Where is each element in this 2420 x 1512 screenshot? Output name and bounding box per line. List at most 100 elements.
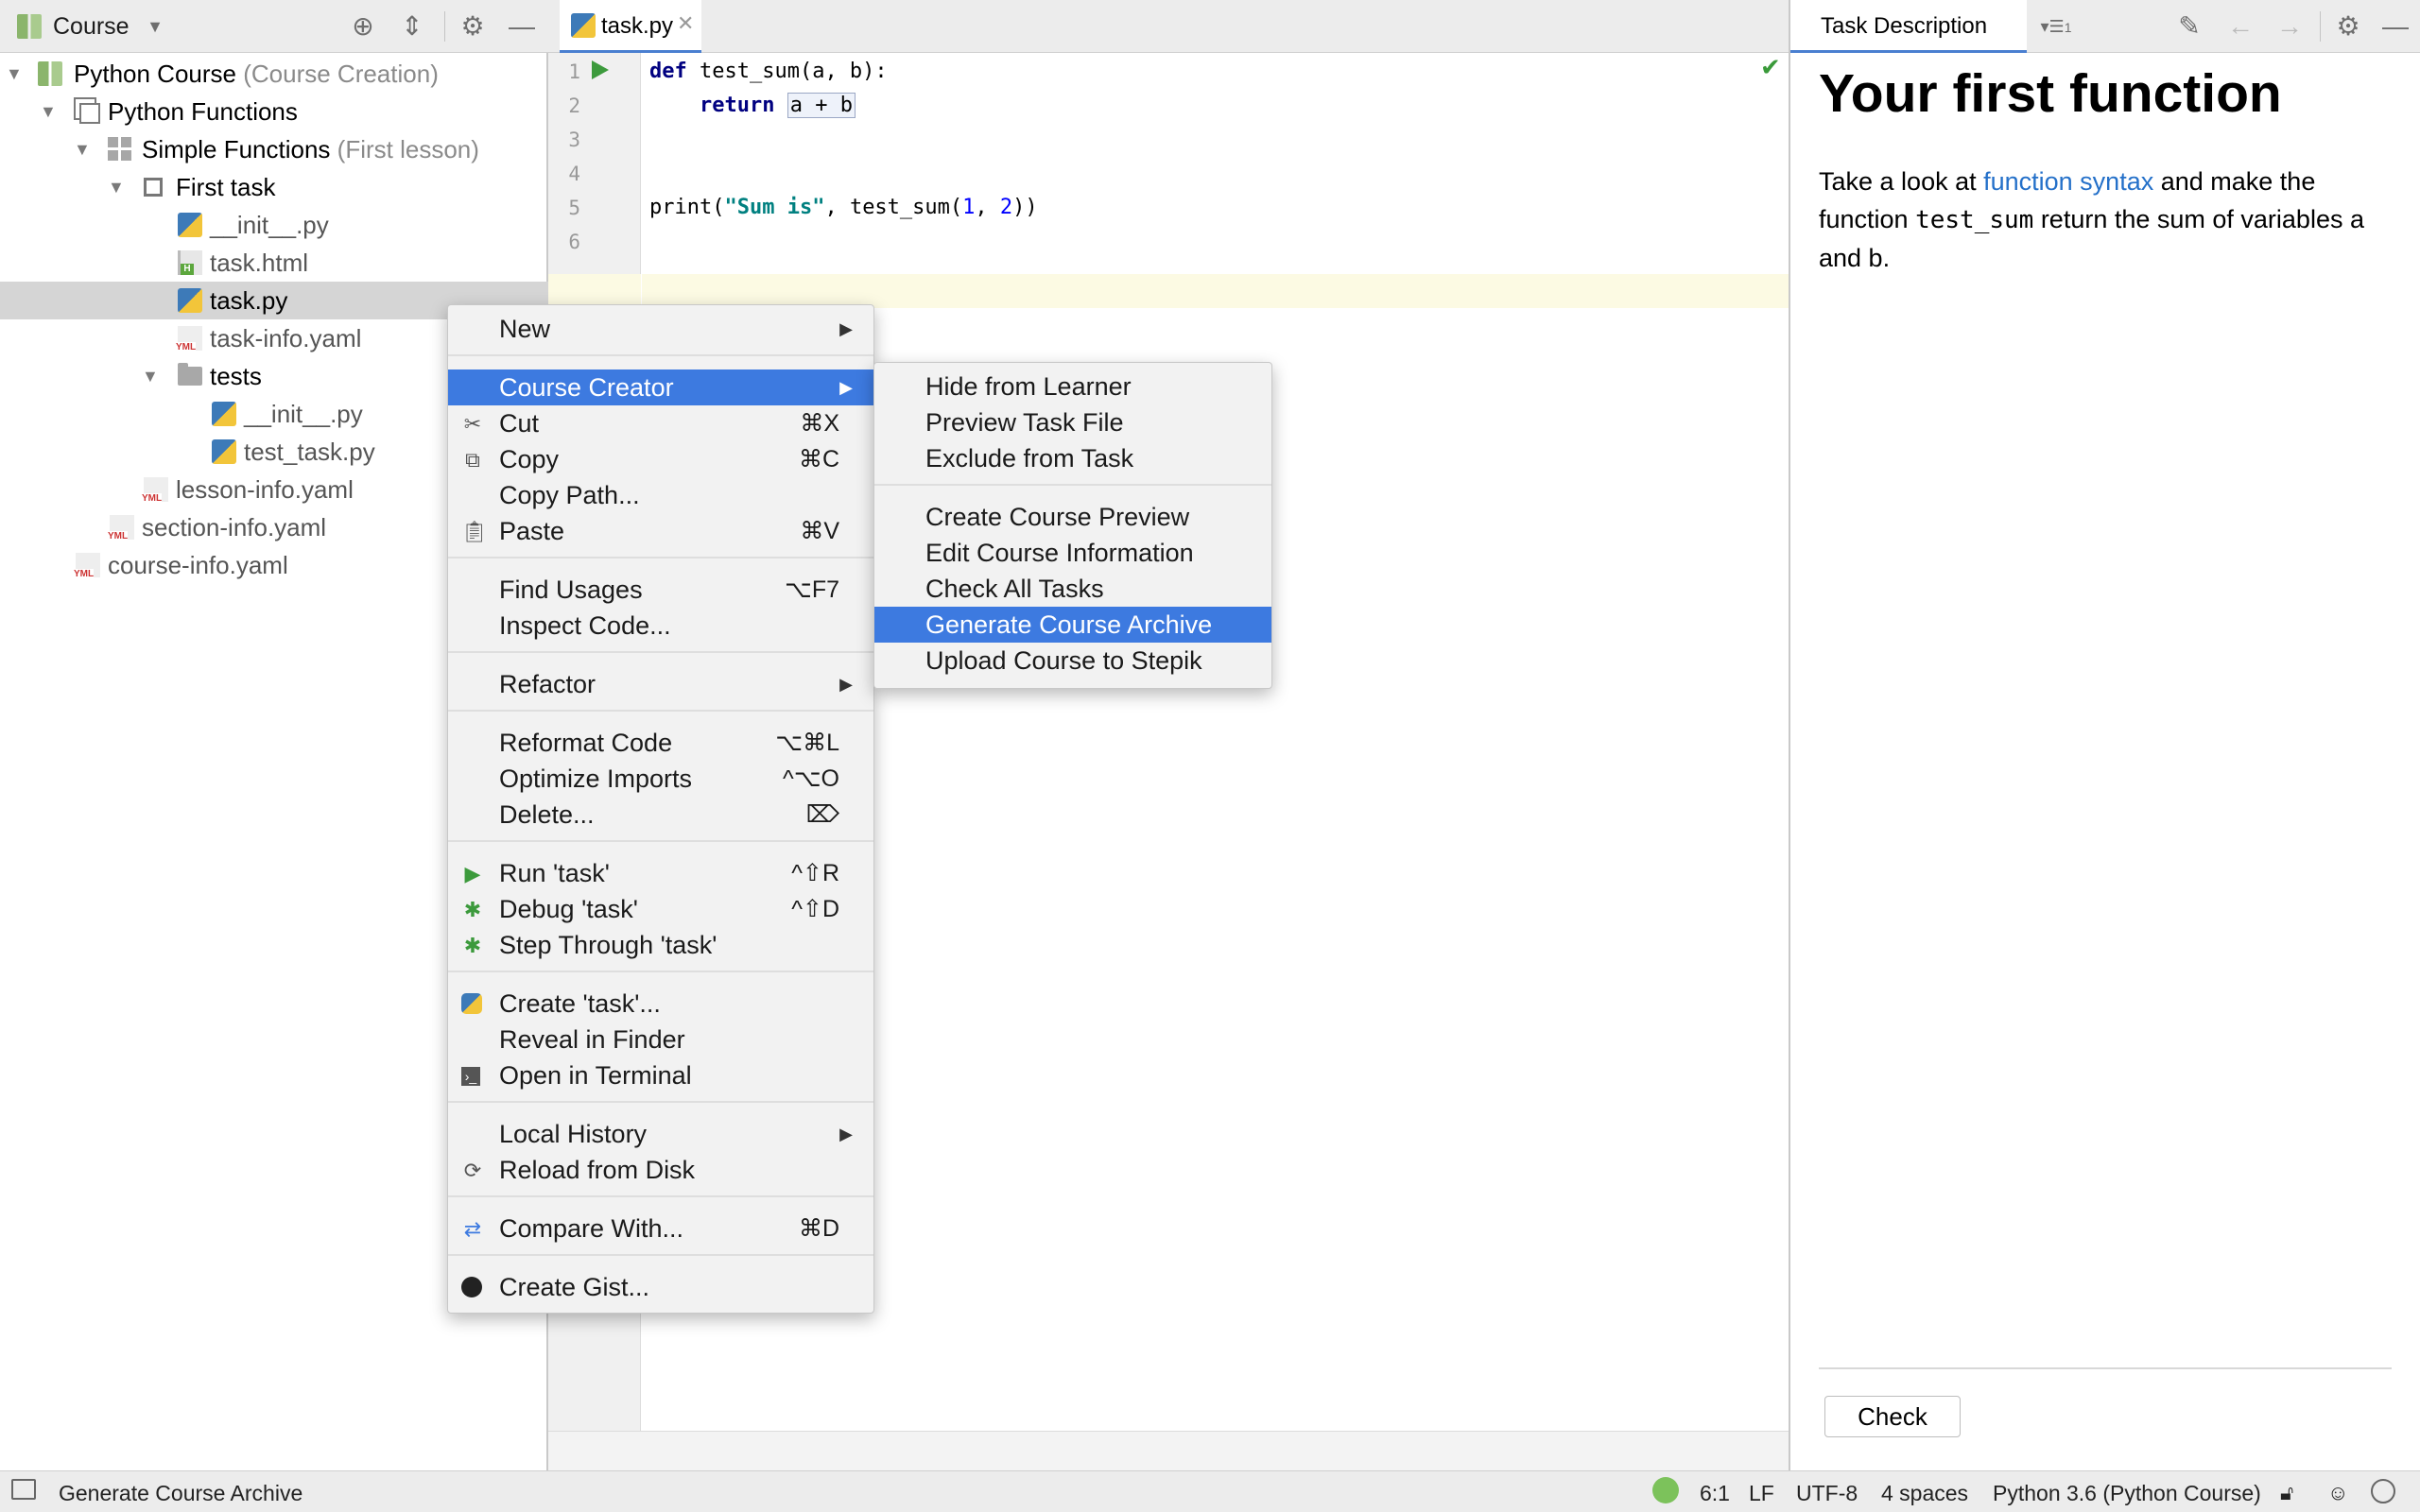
line-separator[interactable]: LF — [1749, 1481, 1774, 1506]
function-syntax-link[interactable]: function syntax — [1983, 167, 2153, 196]
tab-task-description[interactable]: Task Description — [1790, 0, 2027, 53]
menu-separator — [448, 557, 873, 558]
inspector-icon[interactable]: ☺ — [2327, 1481, 2348, 1505]
menu-item-create-task[interactable]: Create 'task'... — [448, 986, 873, 1022]
menu-item-label: Inspect Code... — [499, 611, 671, 640]
submenu-item-create-course-preview[interactable]: Create Course Preview — [874, 499, 1271, 535]
menu-item-shortcut: ^⌥O — [783, 765, 839, 792]
menu-item-shortcut: ^⇧D — [791, 896, 839, 922]
expand-arrow-icon[interactable]: ▼ — [40, 93, 60, 130]
expand-arrow-icon[interactable]: ▼ — [6, 55, 26, 93]
locate-icon[interactable]: ⊕ — [348, 11, 378, 42]
menu-item-new[interactable]: New ▶ — [448, 311, 873, 347]
tree-item-init-py[interactable]: __init__.py — [0, 206, 548, 244]
task-code: test_sum — [1915, 206, 2034, 234]
menu-item-label: Reload from Disk — [499, 1156, 696, 1184]
editor-tab-bar: task.py ✕ — [548, 0, 1789, 53]
menu-item-cut[interactable]: ✂ Cut ⌘X — [448, 405, 873, 441]
course-icon — [17, 14, 42, 39]
menu-item-refactor[interactable]: Refactor ▶ — [448, 666, 873, 702]
check-button[interactable]: Check — [1824, 1396, 1961, 1437]
task-divider — [1819, 1367, 2392, 1369]
menu-item-label: Edit Course Information — [925, 539, 1194, 567]
menu-item-shortcut: ⌥⌘L — [775, 730, 839, 756]
task-list-icon[interactable]: ▾☰1 — [2034, 11, 2078, 42]
menu-item-label: Generate Course Archive — [925, 610, 1213, 639]
event-log-icon[interactable] — [2371, 1479, 2395, 1503]
editor-tab-task-py[interactable]: task.py ✕ — [560, 0, 701, 53]
close-icon[interactable]: ✕ — [677, 11, 694, 36]
lock-icon[interactable]: 🔓︎ — [2280, 1481, 2293, 1505]
menu-item-reformat-code[interactable]: Reformat Code ⌥⌘L — [448, 725, 873, 761]
menu-item-shortcut: ^⇧R — [791, 860, 839, 886]
hide-panel-icon[interactable]: — — [507, 11, 537, 42]
tree-item-label: task.py — [210, 286, 288, 315]
expand-arrow-icon[interactable]: ▼ — [108, 168, 129, 206]
tree-item-first-task[interactable]: ▼ First task — [0, 168, 548, 206]
menu-item-reveal-in-finder[interactable]: Reveal in Finder — [448, 1022, 873, 1057]
tree-item-task-html[interactable]: task.html — [0, 244, 548, 282]
menu-item-label: Create Course Preview — [925, 503, 1190, 531]
tree-item-python-course[interactable]: ▼ Python Course (Course Creation) — [0, 55, 548, 93]
submenu-item-generate-course-archive[interactable]: Generate Course Archive — [874, 607, 1271, 643]
menu-item-run-task[interactable]: ▶ Run 'task' ^⇧R — [448, 855, 873, 891]
menu-item-delete[interactable]: Delete... ⌦ — [448, 797, 873, 833]
tree-item-secondary: (First lesson) — [337, 135, 479, 163]
chevron-down-icon[interactable]: ▼ — [140, 11, 170, 42]
menu-separator — [448, 651, 873, 653]
menu-item-debug-task[interactable]: ✱ Debug 'task' ^⇧D — [448, 891, 873, 927]
tree-item-simple-functions[interactable]: ▼ Simple Functions (First lesson) — [0, 130, 548, 168]
tool-windows-icon[interactable] — [11, 1479, 36, 1500]
python-interpreter[interactable]: Python 3.6 (Python Course) — [1993, 1481, 2261, 1506]
submenu-item-hide-from-learner[interactable]: Hide from Learner — [874, 369, 1271, 404]
code-text: print( — [649, 196, 725, 219]
caret-position[interactable]: 6:1 — [1700, 1481, 1730, 1506]
submenu-item-edit-course-information[interactable]: Edit Course Information — [874, 535, 1271, 571]
menu-item-step-through-task[interactable]: ✱ Step Through 'task' — [448, 927, 873, 963]
arrow-right-icon[interactable]: → — [2274, 11, 2305, 42]
submenu-item-preview-task-file[interactable]: Preview Task File — [874, 404, 1271, 440]
hide-panel-icon[interactable]: — — [2380, 11, 2411, 42]
menu-item-reload-from-disk[interactable]: ⟳ Reload from Disk — [448, 1152, 873, 1188]
collapse-all-icon[interactable]: ⇕ — [397, 11, 427, 42]
menu-item-create-gist[interactable]: Create Gist... — [448, 1269, 873, 1305]
expand-arrow-icon[interactable]: ▼ — [74, 130, 95, 168]
gear-icon[interactable]: ⚙ — [458, 11, 488, 42]
menu-item-course-creator[interactable]: Course Creator ▶ — [448, 369, 873, 405]
menu-item-copy[interactable]: ⧉ Copy ⌘C — [448, 441, 873, 477]
menu-item-label: Compare With... — [499, 1214, 684, 1243]
menu-item-label: Cut — [499, 409, 540, 438]
project-toolbar: Course ▼ ⊕ ⇕ ⚙ — — [0, 0, 548, 53]
menu-item-inspect-code[interactable]: Inspect Code... — [448, 608, 873, 644]
menu-item-find-usages[interactable]: Find Usages ⌥F7 — [448, 572, 873, 608]
project-view-selector[interactable]: Course — [53, 13, 130, 41]
menu-item-label: Copy Path... — [499, 481, 640, 509]
menu-item-compare-with[interactable]: ⇄ Compare With... ⌘D — [448, 1211, 873, 1246]
current-line-gutter-highlight — [548, 274, 641, 308]
code-text: , — [975, 196, 1000, 219]
editor-horizontal-scrollbar[interactable] — [548, 1431, 1789, 1470]
menu-item-copy-path[interactable]: Copy Path... — [448, 477, 873, 513]
menu-item-open-in-terminal[interactable]: ›_ Open in Terminal — [448, 1057, 873, 1093]
file-encoding[interactable]: UTF-8 — [1796, 1481, 1858, 1506]
tab-label: Task Description — [1821, 13, 1988, 39]
menu-item-local-history[interactable]: Local History ▶ — [448, 1116, 873, 1152]
inspection-ok-icon[interactable]: ✔ — [1760, 53, 1781, 82]
menu-item-shortcut: ⌦ — [805, 801, 839, 828]
submenu-item-exclude-from-task[interactable]: Exclude from Task — [874, 440, 1271, 476]
menu-item-optimize-imports[interactable]: Optimize Imports ^⌥O — [448, 761, 873, 797]
line-number: 3 — [568, 129, 580, 151]
run-icon[interactable] — [592, 60, 609, 79]
menu-item-label: Find Usages — [499, 576, 643, 604]
submenu-item-upload-course-to-stepik[interactable]: Upload Course to Stepik — [874, 643, 1271, 679]
sync-status-icon[interactable] — [1652, 1477, 1679, 1503]
gear-icon[interactable]: ⚙ — [2333, 11, 2363, 42]
indent-setting[interactable]: 4 spaces — [1881, 1481, 1968, 1506]
arrow-left-icon[interactable]: ← — [2225, 11, 2256, 42]
tree-item-python-functions[interactable]: ▼ Python Functions — [0, 93, 548, 130]
submenu-item-check-all-tasks[interactable]: Check All Tasks — [874, 571, 1271, 607]
course-creator-submenu: Hide from Learner Preview Task File Excl… — [873, 362, 1272, 689]
expand-arrow-icon[interactable]: ▼ — [142, 357, 163, 395]
menu-item-paste[interactable]: 📋︎ Paste ⌘V — [448, 513, 873, 549]
edit-pencil-icon[interactable]: ✎ — [2174, 11, 2204, 42]
